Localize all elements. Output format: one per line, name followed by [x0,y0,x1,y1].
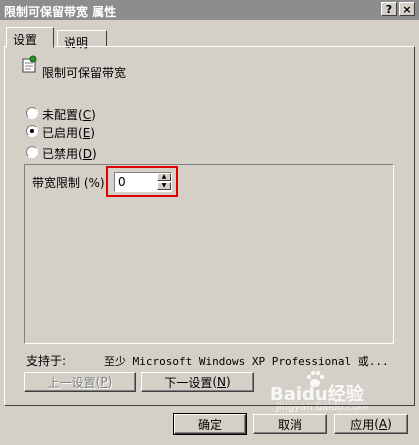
tab-explain[interactable]: 说明 [57,30,107,50]
title-bar: 限制可保留带宽 属性 ? × [0,0,419,20]
close-button[interactable]: × [399,2,415,16]
cancel-button[interactable]: 取消 [253,414,327,434]
help-button[interactable]: ? [381,2,397,16]
tab-panel [4,46,415,406]
ok-button[interactable]: 确定 [173,413,247,435]
apply-button[interactable]: 应用(A) [334,414,408,434]
window-title: 限制可保留带宽 属性 [4,5,117,19]
tab-settings[interactable]: 设置 [6,27,54,48]
tab-settings-label: 设置 [13,33,38,47]
